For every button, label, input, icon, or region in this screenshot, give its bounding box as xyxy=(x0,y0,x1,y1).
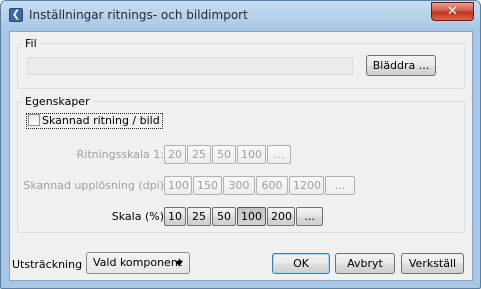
chevron-down-icon xyxy=(175,261,183,266)
cancel-button[interactable]: Avbryt xyxy=(335,253,395,274)
drawing-scale-option[interactable]: 50 xyxy=(212,145,236,164)
scan-resolution-option[interactable]: 300 xyxy=(223,176,255,195)
scan-resolution-option[interactable]: 150 xyxy=(193,176,222,195)
file-path-field[interactable] xyxy=(27,57,353,75)
title-bar[interactable]: ❮ Inställningar ritnings- och bildimport… xyxy=(1,1,480,31)
scan-resolution-more-button[interactable]: ... xyxy=(325,176,355,195)
extent-dropdown-value: Vald komponent xyxy=(93,256,183,269)
browse-button[interactable]: Bläddra ... xyxy=(366,55,436,76)
drawing-scale-option[interactable]: 20 xyxy=(164,145,186,164)
file-group-legend: Fil xyxy=(25,37,37,50)
properties-group-legend: Egenskaper xyxy=(25,95,90,108)
scale-percent-option[interactable]: 200 xyxy=(267,207,295,226)
drawing-scale-options: 20 25 50 100 ... xyxy=(164,145,292,164)
scanned-checkbox-row[interactable]: Skannad ritning / bild xyxy=(26,113,163,129)
scale-percent-option[interactable]: 50 xyxy=(212,207,236,226)
app-icon: ❮ xyxy=(9,8,23,22)
apply-button[interactable]: Verkställ xyxy=(401,253,464,274)
drawing-scale-option[interactable]: 25 xyxy=(187,145,211,164)
scan-resolution-option[interactable]: 100 xyxy=(164,176,192,195)
window-title: Inställningar ritnings- och bildimport xyxy=(29,8,248,22)
scale-percent-option[interactable]: 10 xyxy=(164,207,186,226)
scale-percent-options: 10 25 50 100 200 ... xyxy=(164,207,324,226)
drawing-scale-label: Ritningsskala 1: xyxy=(76,148,164,161)
close-button[interactable]: ✕ xyxy=(431,2,474,21)
drawing-scale-option[interactable]: 100 xyxy=(237,145,266,164)
scan-resolution-option[interactable]: 600 xyxy=(256,176,288,195)
scale-percent-more-button[interactable]: ... xyxy=(296,207,323,226)
scale-percent-option-selected[interactable]: 100 xyxy=(237,207,266,226)
extent-label: Utsträckning xyxy=(12,258,83,271)
ok-button[interactable]: OK xyxy=(272,253,330,274)
dialog-content: Fil Bläddra ... Egenskaper Skannad ritni… xyxy=(9,31,473,281)
scale-percent-label: Skala (%) xyxy=(111,210,164,223)
drawing-scale-more-button[interactable]: ... xyxy=(267,145,291,164)
scan-resolution-label: Skannad upplösning (dpi) xyxy=(23,179,164,192)
close-icon: ✕ xyxy=(447,4,458,19)
scan-resolution-option[interactable]: 1200 xyxy=(289,176,324,195)
dialog-window: ❮ Inställningar ritnings- och bildimport… xyxy=(0,0,481,289)
scale-percent-option[interactable]: 25 xyxy=(187,207,211,226)
scanned-checkbox-label: Skannad ritning / bild xyxy=(42,114,160,127)
scan-resolution-options: 100 150 300 600 1200 ... xyxy=(164,176,356,195)
scanned-checkbox[interactable] xyxy=(28,114,40,126)
extent-dropdown[interactable]: Vald komponent xyxy=(86,252,190,274)
